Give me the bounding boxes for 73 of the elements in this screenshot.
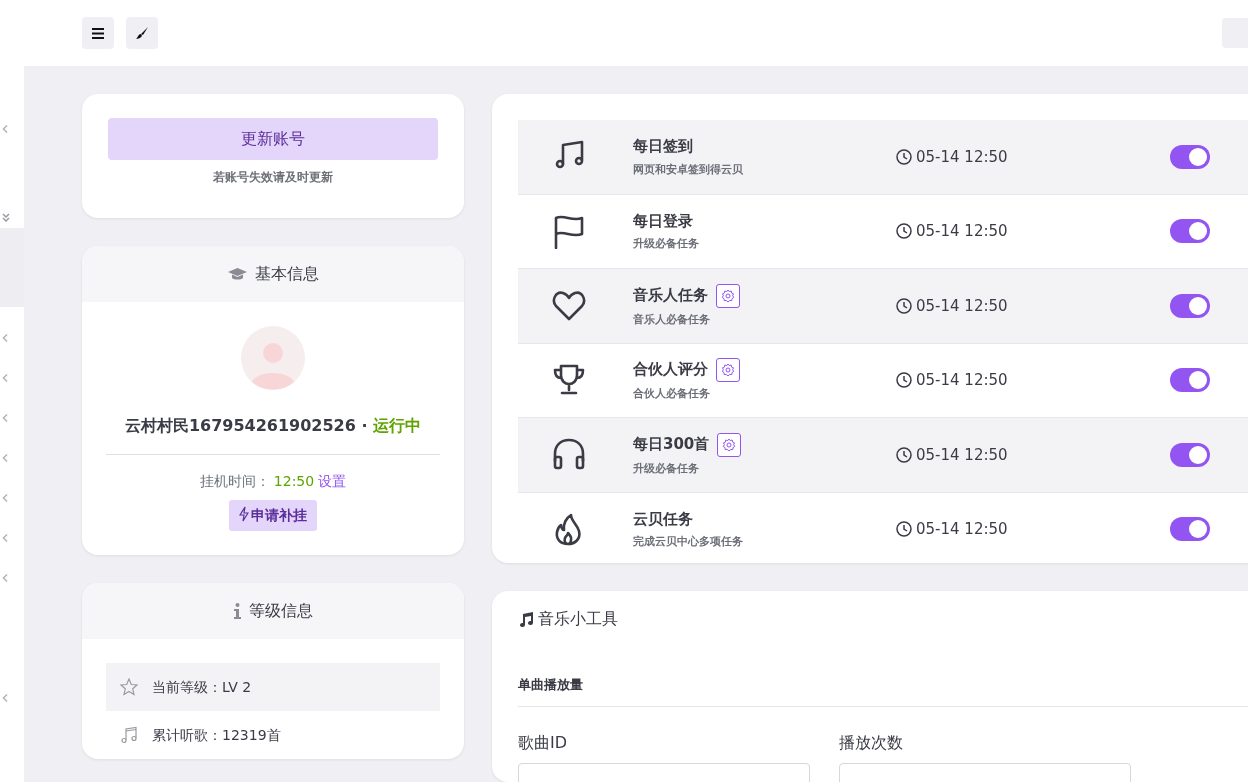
task-description: 合伙人必备任务 xyxy=(633,386,711,402)
settings-link[interactable]: 设置 xyxy=(318,471,347,492)
music-note-icon xyxy=(518,610,534,627)
music-icon xyxy=(120,726,138,744)
level-text: 累计听歌：12319首 xyxy=(152,725,281,745)
separator: · xyxy=(360,416,369,435)
task-description: 网页和安卓签到得云贝 xyxy=(633,161,744,178)
card-title: 等级信息 xyxy=(248,600,313,622)
task-toggle[interactable] xyxy=(1170,293,1210,318)
chevron-left-icon xyxy=(2,125,8,133)
theme-button[interactable] xyxy=(126,17,158,49)
chevron-left-icon xyxy=(2,454,8,462)
clock-icon xyxy=(896,297,912,314)
settings-icon xyxy=(721,363,735,377)
settings-icon xyxy=(722,437,737,452)
chevron-left-icon xyxy=(2,334,8,342)
settings-button[interactable] xyxy=(717,432,742,457)
clock-icon xyxy=(896,148,912,165)
info-icon xyxy=(233,603,241,619)
task-description: 升级必备任务 xyxy=(633,236,700,253)
field-label: 歌曲ID xyxy=(518,732,569,755)
lightning-icon xyxy=(239,506,249,522)
task-time: 05-14 12:50 xyxy=(916,444,1008,466)
clock-icon xyxy=(896,446,912,463)
update-hint: 若账号失效请及时更新 xyxy=(212,169,334,186)
clock-icon xyxy=(896,521,912,538)
chevron-double-down-icon xyxy=(2,212,10,222)
task-time: 05-14 12:50 xyxy=(916,295,1008,317)
task-description: 升级必备任务 xyxy=(633,460,700,477)
task-title: 每日签到 xyxy=(633,137,693,156)
username: 云村村民167954261902526 xyxy=(124,416,356,435)
settings-icon xyxy=(721,288,735,303)
time-label: 挂机时间： xyxy=(199,472,270,491)
task-title: 每日300首 xyxy=(633,434,710,453)
time-value: 12:50 xyxy=(273,472,315,491)
menu-button[interactable] xyxy=(82,17,114,49)
task-time: 05-14 12:50 xyxy=(916,221,1008,242)
task-toggle[interactable] xyxy=(1170,144,1210,169)
task-description: 完成云贝中心多项任务 xyxy=(633,534,744,551)
star-icon xyxy=(120,678,138,696)
chevron-left-icon xyxy=(2,534,8,542)
task-toggle[interactable] xyxy=(1170,219,1210,244)
graduation-cap-icon xyxy=(227,268,247,280)
chevron-left-icon xyxy=(2,574,8,582)
chevron-left-icon xyxy=(2,694,8,702)
card-title: 音乐小工具 xyxy=(538,607,618,630)
update-account-button[interactable]: 更新账号 xyxy=(108,118,438,160)
clock-icon xyxy=(896,223,912,240)
settings-button[interactable] xyxy=(716,358,740,382)
field-label: 播放次数 xyxy=(839,732,904,755)
clock-icon xyxy=(896,372,912,389)
task-toggle[interactable] xyxy=(1170,368,1210,393)
menu-icon xyxy=(92,27,104,39)
apply-button[interactable]: 申请补挂 xyxy=(229,500,317,531)
chevron-left-icon xyxy=(2,414,8,422)
task-title: 云贝任务 xyxy=(633,509,693,528)
task-title: 合伙人评分 xyxy=(633,360,708,378)
task-toggle[interactable] xyxy=(1170,517,1210,542)
settings-button[interactable] xyxy=(716,283,740,308)
avatar xyxy=(241,326,305,390)
section-title: 单曲播放量 xyxy=(518,674,1248,708)
card-title: 基本信息 xyxy=(254,263,319,285)
task-title: 音乐人任务 xyxy=(633,285,708,304)
task-description: 音乐人必备任务 xyxy=(633,311,711,328)
chevron-left-icon xyxy=(2,494,8,502)
level-text: 当前等级：LV 2 xyxy=(152,677,252,697)
chevron-left-icon xyxy=(2,374,8,382)
status-text: 运行中 xyxy=(373,416,422,435)
task-time: 05-14 12:50 xyxy=(916,146,1008,168)
task-time: 05-14 12:50 xyxy=(916,370,1008,391)
task-title: 每日登录 xyxy=(633,211,693,230)
task-time: 05-14 12:50 xyxy=(916,519,1008,540)
task-toggle[interactable] xyxy=(1170,442,1210,467)
